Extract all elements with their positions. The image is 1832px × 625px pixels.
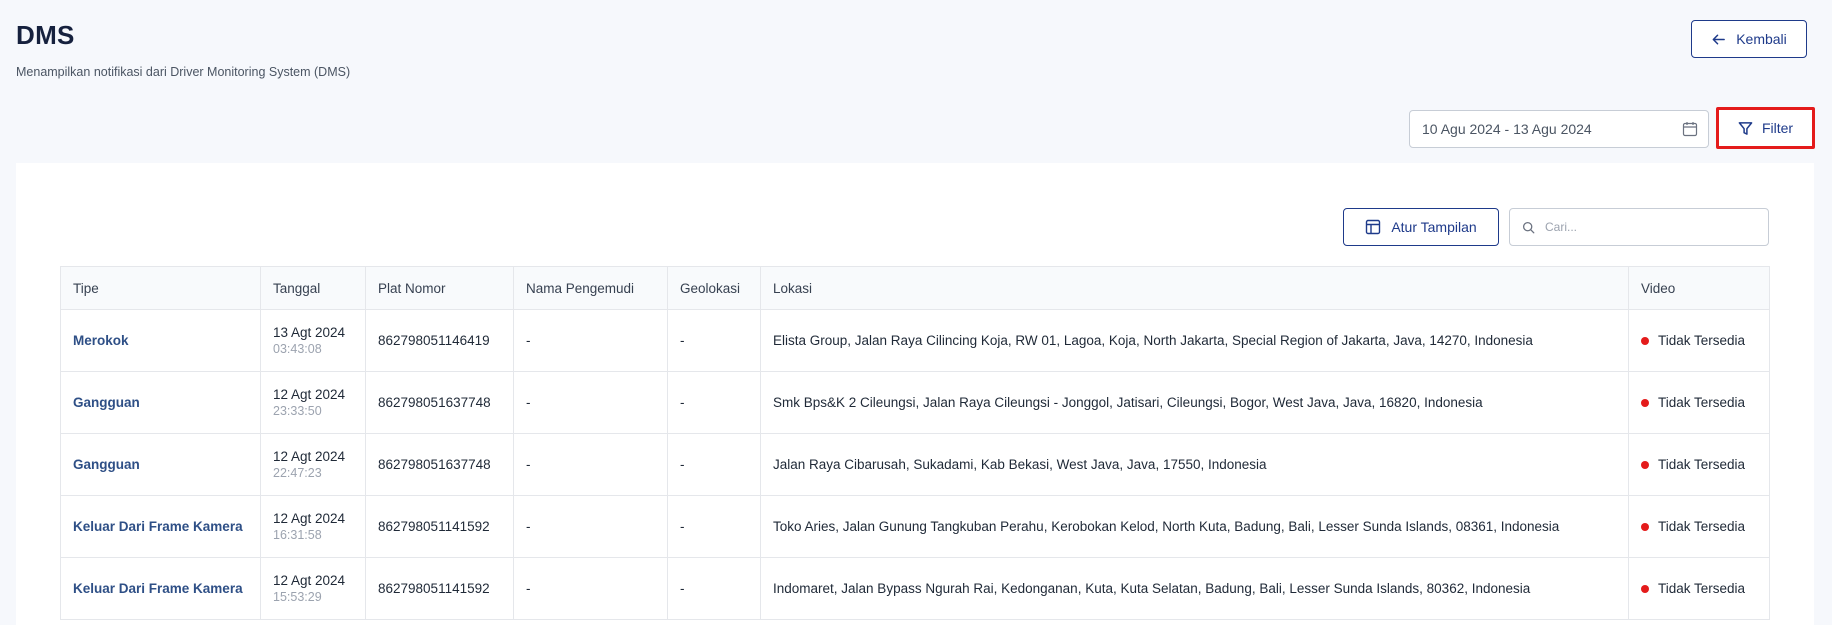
table-row[interactable]: Keluar Dari Frame Kamera 12 Agt 2024 16:3…	[60, 495, 1770, 558]
cell-tipe[interactable]: Keluar Dari Frame Kamera	[60, 495, 261, 558]
cell-tipe[interactable]: Gangguan	[60, 433, 261, 496]
cell-tanggal: 12 Agt 2024 23:33:50	[260, 371, 366, 434]
cell-lokasi: Toko Aries, Jalan Gunung Tangkuban Perah…	[760, 495, 1629, 558]
cell-tipe[interactable]: Keluar Dari Frame Kamera	[60, 557, 261, 620]
cell-plat-nomor: 862798051637748	[365, 371, 514, 434]
status-dot	[1641, 398, 1649, 407]
cell-video: Tidak Tersedia	[1628, 371, 1770, 434]
table-row[interactable]: Gangguan 12 Agt 2024 23:33:50 86279805163…	[60, 371, 1770, 434]
video-status: Tidak Tersedia	[1658, 333, 1746, 348]
status-dot	[1641, 584, 1649, 593]
page-title: DMS	[16, 20, 75, 50]
status-dot	[1641, 522, 1649, 531]
cell-plat-nomor: 862798051141592	[365, 557, 514, 620]
column-header-geolokasi[interactable]: Geolokasi	[667, 266, 761, 310]
cell-video: Tidak Tersedia	[1628, 433, 1770, 496]
column-header-nama-pengemudi[interactable]: Nama Pengemudi	[513, 266, 668, 310]
table-row[interactable]: Keluar Dari Frame Kamera 12 Agt 2024 15:5…	[60, 557, 1770, 620]
column-header-tipe[interactable]: Tipe	[60, 266, 261, 310]
cell-lokasi: Jalan Raya Cibarusah, Sukadami, Kab Beka…	[760, 433, 1629, 496]
table-header-row: Tipe Tanggal Plat Nomor Nama Pengemudi G…	[60, 266, 1770, 310]
date-range-picker[interactable]: 10 Agu 2024 - 13 Agu 2024	[1409, 110, 1709, 148]
page-subtitle: Menampilkan notifikasi dari Driver Monit…	[16, 65, 351, 79]
cell-nama-pengemudi: -	[513, 557, 668, 620]
funnel-icon	[1738, 121, 1753, 136]
cell-video: Tidak Tersedia	[1628, 309, 1770, 372]
cell-tanggal: 12 Agt 2024 16:31:58	[260, 495, 366, 558]
calendar-icon	[1682, 121, 1698, 137]
search-icon	[1522, 221, 1535, 234]
cell-tanggal: 13 Agt 2024 03:43:08	[260, 309, 366, 372]
status-dot	[1641, 460, 1649, 469]
cell-lokasi: Smk Bps&K 2 Cileungsi, Jalan Raya Cileun…	[760, 371, 1629, 434]
cell-plat-nomor: 862798051141592	[365, 495, 514, 558]
cell-geolokasi: -	[667, 309, 761, 372]
search-box[interactable]	[1509, 208, 1769, 246]
page: DMS Menampilkan notifikasi dari Driver M…	[0, 0, 1832, 625]
cell-date: 12 Agt 2024	[273, 387, 346, 402]
layout-columns-icon	[1365, 219, 1381, 235]
atur-tampilan-label: Atur Tampilan	[1391, 219, 1477, 235]
cell-tipe[interactable]: Merokok	[60, 309, 261, 372]
filter-button[interactable]: Filter	[1716, 107, 1815, 149]
cell-time: 03:43:08	[273, 342, 322, 356]
cell-tanggal: 12 Agt 2024 22:47:23	[260, 433, 366, 496]
cell-lokasi: Indomaret, Jalan Bypass Ngurah Rai, Kedo…	[760, 557, 1629, 620]
video-status: Tidak Tersedia	[1658, 395, 1746, 410]
column-header-tanggal[interactable]: Tanggal	[260, 266, 366, 310]
table-row[interactable]: Merokok 13 Agt 2024 03:43:08 862798051146…	[60, 309, 1770, 372]
atur-tampilan-button[interactable]: Atur Tampilan	[1343, 208, 1499, 246]
back-button[interactable]: Kembali	[1691, 20, 1807, 58]
cell-time: 15:53:29	[273, 590, 322, 604]
cell-time: 22:47:23	[273, 466, 322, 480]
video-status: Tidak Tersedia	[1658, 519, 1746, 534]
column-header-video[interactable]: Video	[1628, 266, 1770, 310]
filter-button-label: Filter	[1761, 120, 1794, 136]
status-dot	[1641, 336, 1649, 345]
cell-tipe[interactable]: Gangguan	[60, 371, 261, 434]
search-input[interactable]	[1545, 220, 1745, 234]
table-row[interactable]: Gangguan 12 Agt 2024 22:47:23 86279805163…	[60, 433, 1770, 496]
cell-geolokasi: -	[667, 557, 761, 620]
cell-nama-pengemudi: -	[513, 309, 668, 372]
cell-date: 12 Agt 2024	[273, 511, 346, 526]
cell-geolokasi: -	[667, 433, 761, 496]
cell-date: 12 Agt 2024	[273, 449, 346, 464]
cell-plat-nomor: 862798051637748	[365, 433, 514, 496]
column-header-lokasi[interactable]: Lokasi	[760, 266, 1629, 310]
cell-nama-pengemudi: -	[513, 371, 668, 434]
cell-time: 16:31:58	[273, 528, 322, 542]
back-button-label: Kembali	[1736, 31, 1787, 47]
cell-video: Tidak Tersedia	[1628, 495, 1770, 558]
date-range-value: 10 Agu 2024 - 13 Agu 2024	[1422, 121, 1592, 137]
column-header-plat-nomor[interactable]: Plat Nomor	[365, 266, 514, 310]
video-status: Tidak Tersedia	[1658, 581, 1746, 596]
cell-lokasi: Elista Group, Jalan Raya Cilincing Koja,…	[760, 309, 1629, 372]
cell-geolokasi: -	[667, 371, 761, 434]
arrow-left-icon	[1711, 32, 1726, 47]
cell-tanggal: 12 Agt 2024 15:53:29	[260, 557, 366, 620]
cell-nama-pengemudi: -	[513, 495, 668, 558]
cell-nama-pengemudi: -	[513, 433, 668, 496]
cell-plat-nomor: 862798051146419	[365, 309, 514, 372]
dms-table: Tipe Tanggal Plat Nomor Nama Pengemudi G…	[60, 266, 1770, 620]
cell-date: 12 Agt 2024	[273, 573, 346, 588]
cell-time: 23:33:50	[273, 404, 322, 418]
cell-geolokasi: -	[667, 495, 761, 558]
cell-video: Tidak Tersedia	[1628, 557, 1770, 620]
video-status: Tidak Tersedia	[1658, 457, 1746, 472]
cell-date: 13 Agt 2024	[273, 325, 346, 340]
results-card: Atur Tampilan Tipe Tanggal Plat Nomor Na	[16, 163, 1814, 625]
